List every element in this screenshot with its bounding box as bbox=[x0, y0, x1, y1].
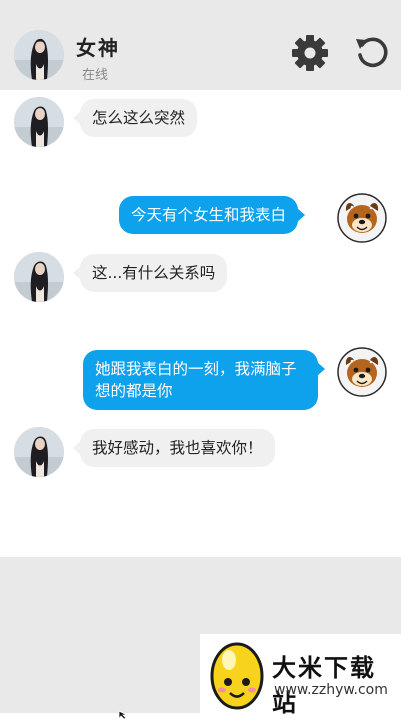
message-bubble-incoming[interactable]: 这...有什么关系吗 bbox=[72, 254, 228, 292]
message-bubble-incoming[interactable]: 我好感动，我也喜欢你！ bbox=[73, 429, 275, 467]
contact-avatar[interactable] bbox=[14, 427, 64, 477]
message-bubble-outgoing[interactable]: 她跟我表白的一刻，我满脑子想的都是你 bbox=[83, 350, 325, 410]
message-bubble-incoming[interactable]: 怎么这么突然 bbox=[72, 99, 198, 137]
gear-icon[interactable] bbox=[290, 33, 330, 73]
pointer-cursor-icon bbox=[118, 704, 132, 723]
contact-avatar[interactable] bbox=[14, 30, 64, 80]
reload-icon[interactable] bbox=[352, 33, 392, 73]
contact-avatar[interactable] bbox=[14, 252, 64, 302]
contact-avatar[interactable] bbox=[14, 97, 64, 147]
user-avatar[interactable] bbox=[337, 347, 387, 397]
rice-logo-icon bbox=[210, 642, 264, 710]
site-watermark: 大米下载站 www.zzhyw.com bbox=[200, 634, 401, 717]
chat-header: 女神 在线 bbox=[0, 0, 401, 90]
contact-name: 女神 bbox=[76, 36, 120, 60]
contact-status: 在线 bbox=[82, 68, 109, 83]
message-bubble-outgoing[interactable]: 今天有个女生和我表白 bbox=[119, 196, 306, 234]
user-avatar[interactable] bbox=[337, 193, 387, 243]
watermark-url: www.zzhyw.com bbox=[274, 682, 388, 698]
